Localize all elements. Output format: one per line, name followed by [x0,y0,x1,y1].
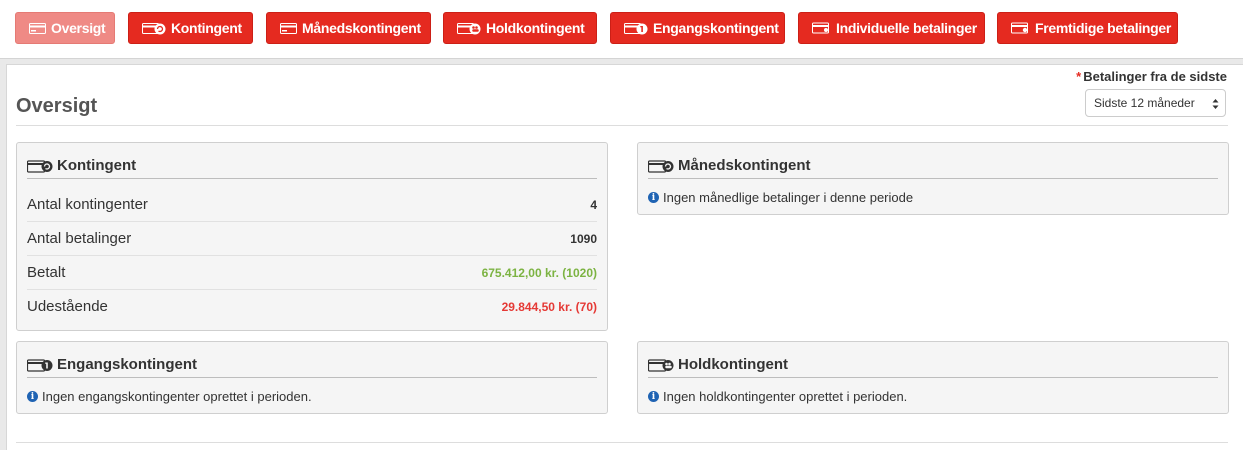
card-icon [280,22,297,34]
tab-engangskontingent[interactable]: Engangskontingent [610,12,785,44]
tab-label: Oversigt [51,20,106,36]
info-text: Ingen engangskontingenter oprettet i per… [42,389,312,404]
tab-label: Kontingent [171,20,242,36]
info-text: Ingen månedlige betalinger i denne perio… [663,190,914,205]
period-label-text: Betalinger fra de sidste [1083,69,1227,84]
tab-kontingent[interactable]: Kontingent [128,12,253,44]
panel-maanedskontingent: Månedskontingent i Ingen månedlige betal… [637,142,1229,215]
info-icon: i [27,391,38,402]
outstanding-value: 29.844,50 kr. (70) [501,300,597,314]
card-team-icon [457,22,481,34]
tab-fremtidige-betalinger[interactable]: Fremtidige betalinger [997,12,1178,44]
card-refresh-icon [27,159,53,173]
main-content: * Betalinger fra de sidste Sidste 12 måne… [6,64,1243,450]
bottom-divider [16,442,1228,443]
period-select[interactable]: Sidste 12 måneder [1085,89,1226,117]
tab-label: Holdkontingent [486,20,585,36]
panel-holdkontingent: Holdkontingent i Ingen holdkontingenter … [637,341,1229,414]
card-one-icon [27,358,53,372]
title-divider [16,125,1228,126]
card-person-icon [812,22,829,34]
panel-header: Månedskontingent [648,153,1218,179]
info-message: i Ingen månedlige betalinger i denne per… [648,190,913,205]
tab-oversigt[interactable]: Oversigt [15,12,115,44]
panel-engangskontingent: Engangskontingent i Ingen engangskonting… [16,341,608,414]
card-refresh-icon [648,159,674,173]
select-arrows-icon [1212,99,1219,109]
stat-row: Antal betalinger 1090 [27,221,597,256]
stat-value: 4 [590,198,597,212]
tab-label: Månedskontingent [302,20,421,36]
stat-label: Udestående [27,298,108,315]
card-refresh-icon [142,22,166,34]
page-title: Oversigt [16,95,98,117]
period-select-value: Sidste 12 måneder [1094,96,1195,110]
card-team-icon [648,358,674,372]
stat-value: 1090 [570,232,597,246]
panel-title: Kontingent [57,157,137,174]
info-message: i Ingen engangskontingenter oprettet i p… [27,389,312,404]
info-message: i Ingen holdkontingenter oprettet i peri… [648,389,907,404]
tab-holdkontingent[interactable]: Holdkontingent [443,12,597,44]
period-label: * Betalinger fra de sidste [1076,69,1227,84]
panel-title: Månedskontingent [678,157,811,174]
tab-label: Engangskontingent [653,20,779,36]
card-clock-icon [1011,22,1028,34]
panel-header: Kontingent [27,153,597,179]
stat-label: Betalt [27,264,66,281]
panel-title: Holdkontingent [678,356,788,373]
paid-value: 675.412,00 kr. (1020) [481,266,597,280]
stat-label: Antal kontingenter [27,196,148,213]
stat-label: Antal betalinger [27,230,132,247]
stat-row: Udestående 29.844,50 kr. (70) [27,289,597,323]
card-icon [29,22,46,34]
stat-row: Betalt 675.412,00 kr. (1020) [27,255,597,290]
tab-individuelle-betalinger[interactable]: Individuelle betalinger [798,12,985,44]
panel-title: Engangskontingent [57,356,197,373]
info-icon: i [648,391,659,402]
tab-maanedskontingent[interactable]: Månedskontingent [266,12,431,44]
panel-kontingent: Kontingent Antal kontingenter 4 Antal be… [16,142,608,331]
tab-label: Individuelle betalinger [836,20,977,36]
panel-header: Engangskontingent [27,352,597,378]
stat-row: Antal kontingenter 4 [27,187,597,222]
top-navigation-bar: Oversigt Kontingent Månedskontingent Hol… [0,0,1243,59]
info-text: Ingen holdkontingenter oprettet i period… [663,389,908,404]
required-marker: * [1076,69,1082,84]
panel-header: Holdkontingent [648,352,1218,378]
info-icon: i [648,192,659,203]
card-one-icon [624,22,648,34]
tab-label: Fremtidige betalinger [1035,20,1172,36]
